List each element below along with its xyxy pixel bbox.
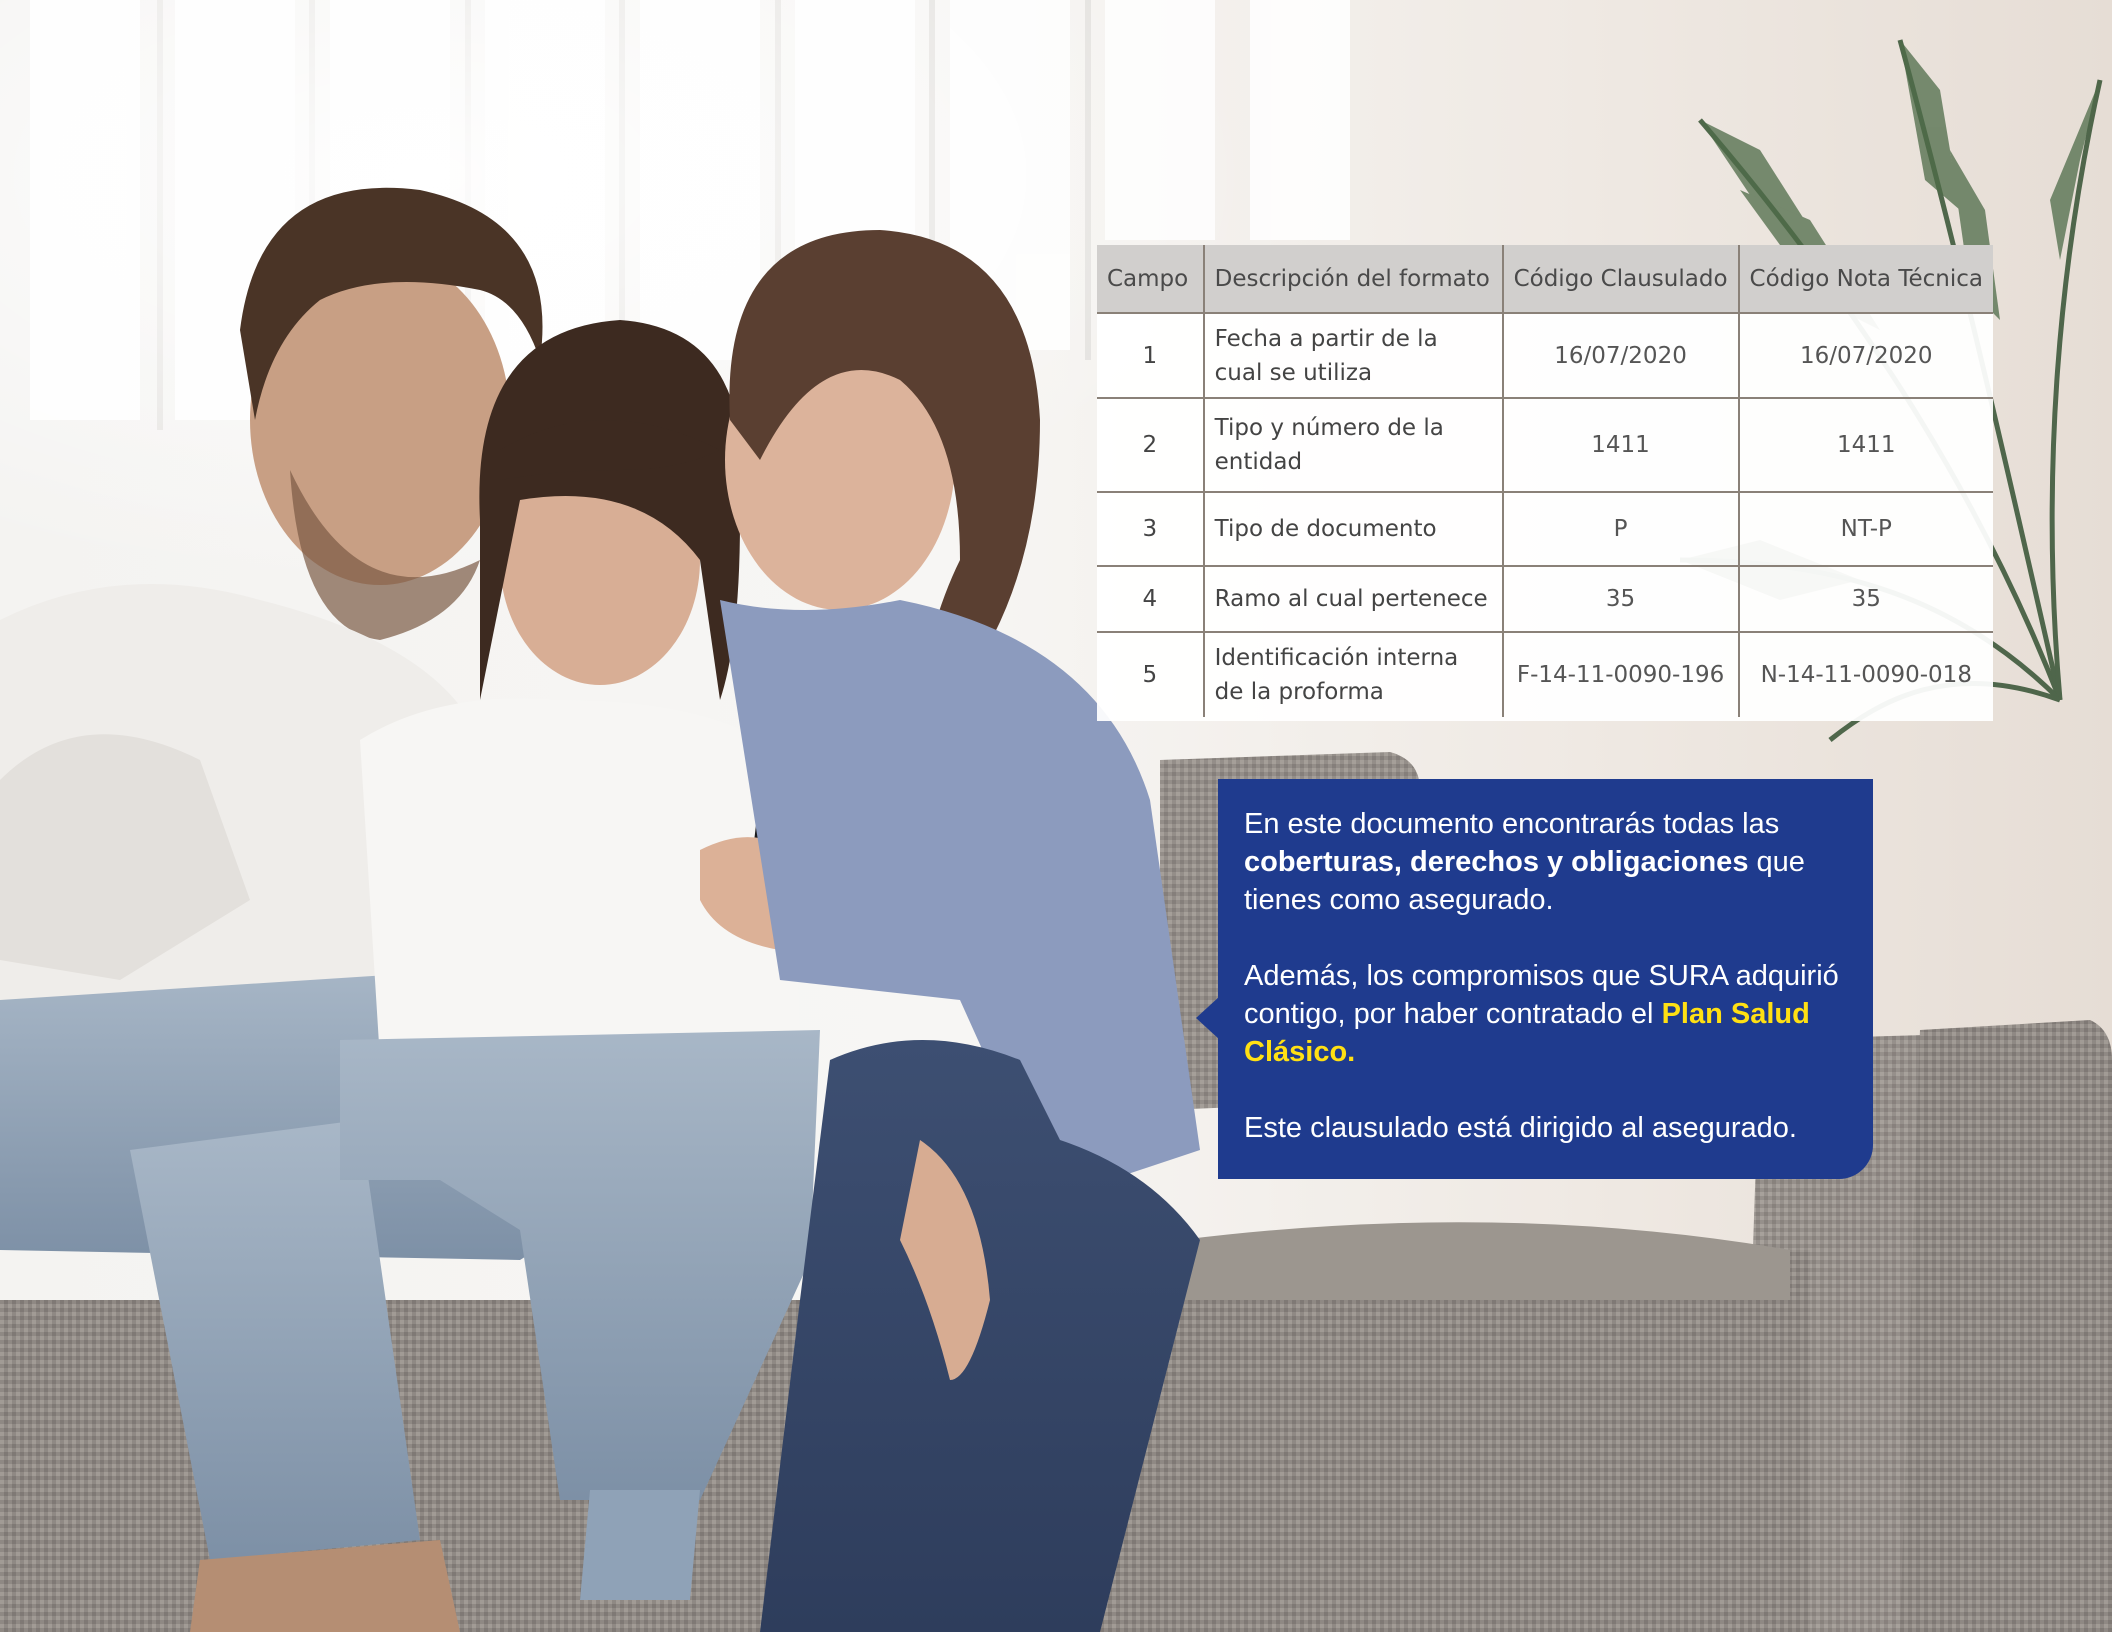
cell-descripcion: Tipo y número de la entidad [1202, 397, 1503, 492]
cell-clausulado: P [1501, 491, 1739, 566]
table-row: 4 Ramo al cual pertenece 35 35 [1097, 565, 1993, 632]
callout-pointer [1196, 996, 1220, 1040]
format-table-container: Campo Descripción del formato Código Cla… [1097, 245, 1993, 721]
cell-nota-tecnica: NT-P [1737, 491, 1993, 566]
table-header-row: Campo Descripción del formato Código Cla… [1097, 245, 1993, 313]
cell-campo: 2 [1097, 397, 1204, 492]
intro-callout: En este documento encontrarás todas las … [1218, 779, 1873, 1179]
header-codigo-clausulado: Código Clausulado [1501, 245, 1739, 313]
callout-text: En este documento encontrarás todas las [1244, 808, 1780, 840]
cell-campo: 1 [1097, 312, 1204, 398]
cell-descripcion: Ramo al cual pertenece [1202, 565, 1503, 632]
table-row: 2 Tipo y número de la entidad 1411 1411 [1097, 397, 1993, 492]
table-row: 5 Identificación interna de la proforma … [1097, 631, 1993, 717]
cell-nota-tecnica: N-14-11-0090-018 [1737, 631, 1993, 717]
callout-paragraph-audience: Este clausulado está dirigido al asegura… [1244, 1112, 1797, 1144]
document-page: Campo Descripción del formato Código Cla… [0, 0, 2112, 1632]
cell-descripcion: Identificación interna de la proforma [1202, 631, 1503, 717]
cell-descripcion: Fecha a partir de la cual se utiliza [1202, 312, 1503, 398]
format-table: Campo Descripción del formato Código Cla… [1097, 245, 1993, 717]
cell-nota-tecnica: 1411 [1737, 397, 1993, 492]
cell-clausulado: 1411 [1501, 397, 1739, 492]
cell-clausulado: 16/07/2020 [1501, 312, 1739, 398]
callout-paragraph-coverage: En este documento encontrarás todas las … [1244, 805, 1853, 919]
table-row: 3 Tipo de documento P NT-P [1097, 491, 1993, 566]
cell-nota-tecnica: 35 [1737, 565, 1993, 632]
header-campo: Campo [1097, 245, 1204, 313]
cell-clausulado: 35 [1501, 565, 1739, 632]
cell-nota-tecnica: 16/07/2020 [1737, 312, 1993, 398]
callout-paragraph-commitments: Además, los compromisos que SURA adquiri… [1244, 957, 1853, 1071]
cell-campo: 3 [1097, 491, 1204, 566]
cell-clausulado: F-14-11-0090-196 [1501, 631, 1739, 717]
cell-campo: 4 [1097, 565, 1204, 632]
table-row: 1 Fecha a partir de la cual se utiliza 1… [1097, 312, 1993, 398]
cell-descripcion: Tipo de documento [1202, 491, 1503, 566]
callout-bold-coverages: coberturas, derechos y obligaciones [1244, 846, 1749, 878]
header-codigo-nota-tecnica: Código Nota Técnica [1737, 245, 1993, 313]
cell-campo: 5 [1097, 631, 1204, 717]
header-descripcion: Descripción del formato [1202, 245, 1503, 313]
